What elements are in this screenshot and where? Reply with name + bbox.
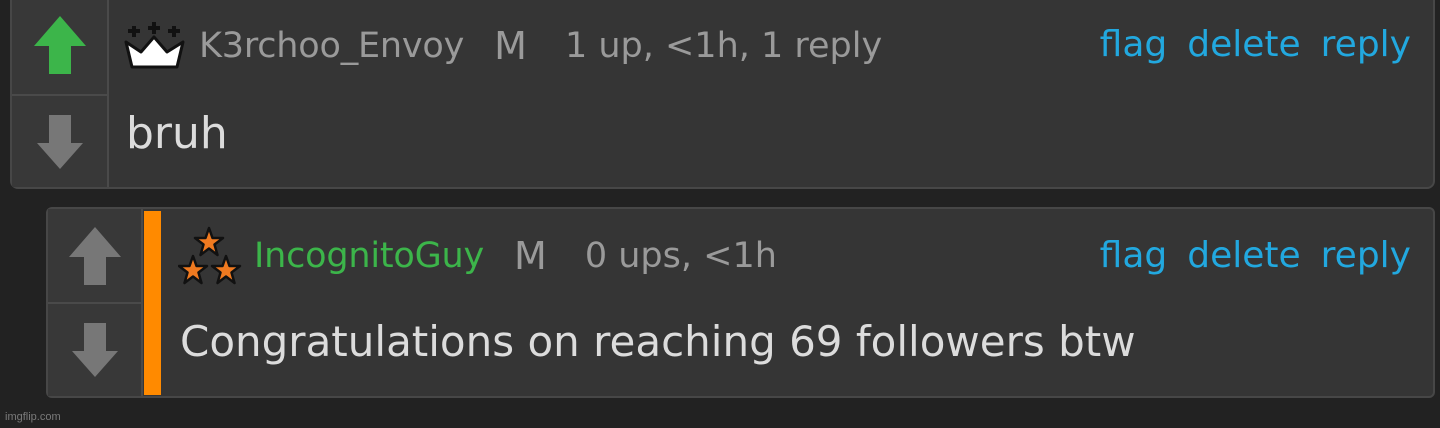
downvote-button[interactable] [48, 304, 141, 396]
comment-actions: flag delete reply [1100, 24, 1411, 65]
comment-actions: flag delete reply [1100, 235, 1411, 276]
stars-icon [178, 226, 242, 285]
comment: IncognitoGuy M 0 ups, <1h flag delete re… [46, 207, 1435, 398]
comment: K3rchoo_Envoy M 1 up, <1h, 1 reply flag … [10, 0, 1435, 189]
username[interactable]: IncognitoGuy [254, 236, 484, 276]
vote-column [48, 209, 143, 396]
arrow-up-icon [68, 226, 121, 285]
vote-column [12, 0, 109, 187]
arrow-down-icon [36, 114, 83, 169]
reply-link[interactable]: reply [1321, 24, 1411, 65]
flag-link[interactable]: flag [1100, 24, 1168, 65]
arrow-down-icon [71, 323, 118, 377]
crown-icon [124, 22, 185, 69]
downvote-button[interactable] [12, 96, 107, 187]
mod-label: M [514, 234, 547, 278]
delete-link[interactable]: delete [1187, 235, 1300, 276]
comment-header: K3rchoo_Envoy M 1 up, <1h, 1 reply [123, 18, 882, 74]
delete-link[interactable]: delete [1187, 24, 1300, 65]
comment-body: bruh [126, 108, 228, 159]
comment-stats: 0 ups, <1h [584, 236, 777, 276]
upvote-button[interactable] [48, 209, 141, 302]
comment-header: IncognitoGuy M 0 ups, <1h [178, 226, 777, 286]
comment-stats: 1 up, <1h, 1 reply [564, 26, 883, 66]
watermark: imgflip.com [5, 411, 61, 423]
upvote-button[interactable] [12, 0, 107, 94]
flag-link[interactable]: flag [1100, 235, 1168, 276]
username[interactable]: K3rchoo_Envoy [199, 26, 464, 66]
flair-bar [144, 211, 161, 395]
reply-link[interactable]: reply [1321, 235, 1411, 276]
arrow-up-icon [33, 16, 86, 74]
comment-body: Congratulations on reaching 69 followers… [180, 317, 1136, 366]
mod-label: M [494, 24, 527, 68]
